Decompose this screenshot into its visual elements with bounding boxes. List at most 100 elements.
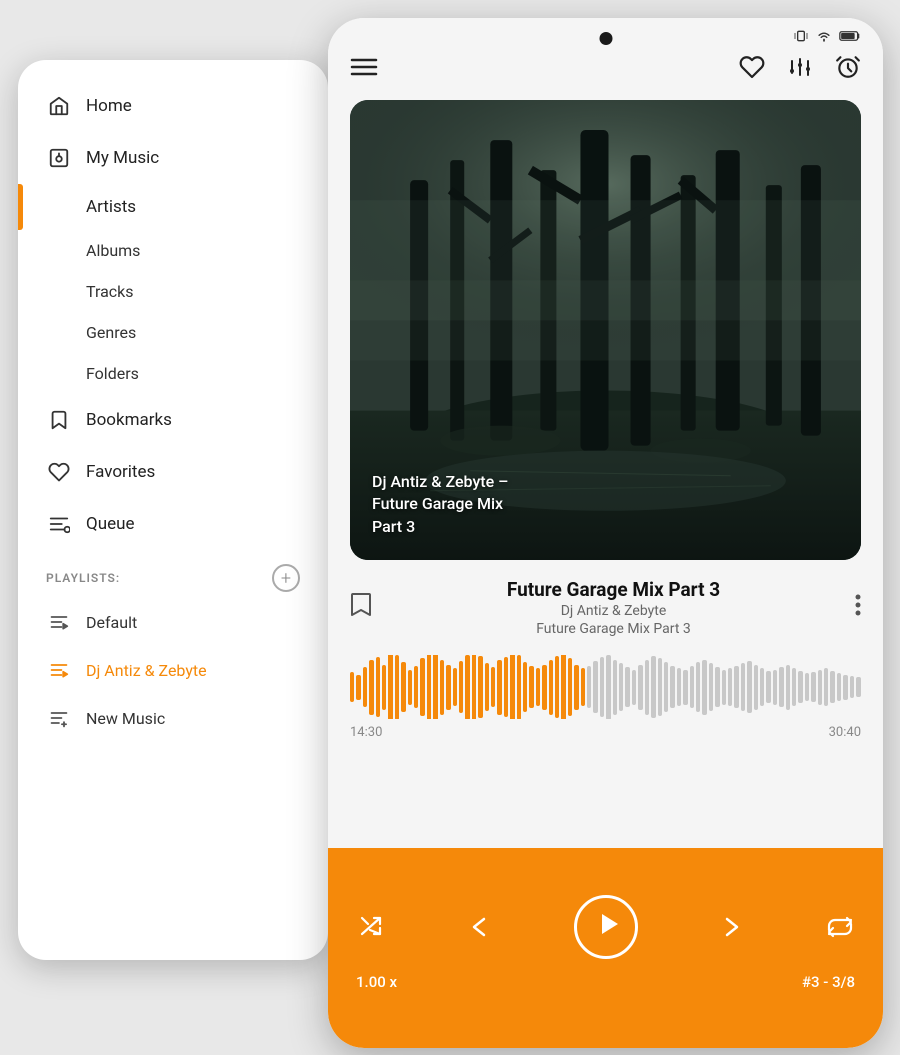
waveform-bar[interactable] <box>709 663 713 711</box>
waveform-bar[interactable] <box>427 655 431 719</box>
nav-item-my-music[interactable]: My Music <box>18 132 328 184</box>
waveform-bar[interactable] <box>497 660 501 715</box>
waveform-bar[interactable] <box>651 656 655 718</box>
waveform-bar[interactable] <box>658 658 662 716</box>
waveform-bar[interactable] <box>734 666 738 708</box>
waveform-bar[interactable] <box>741 663 745 711</box>
waveform-bar[interactable] <box>350 672 354 702</box>
waveform-bar[interactable] <box>632 670 636 705</box>
nav-sub-albums[interactable]: Albums <box>18 230 328 271</box>
waveform-bar[interactable] <box>542 665 546 710</box>
bookmark-track-button[interactable] <box>350 592 372 624</box>
playlist-item-default[interactable]: Default <box>18 598 328 646</box>
waveform-bar[interactable] <box>382 665 386 710</box>
waveform-bar[interactable] <box>619 663 623 711</box>
waveform-bar[interactable] <box>830 671 834 703</box>
waveform-bar[interactable] <box>645 660 649 715</box>
waveform-bar[interactable] <box>837 673 841 701</box>
waveform-bar[interactable] <box>690 666 694 708</box>
waveform-bar[interactable] <box>420 658 424 716</box>
waveform-bar[interactable] <box>843 675 847 700</box>
waveform-bar[interactable] <box>773 670 777 705</box>
waveform-bar[interactable] <box>625 667 629 707</box>
playlist-item-dj-antiz[interactable]: Dj Antiz & Zebyte <box>18 646 328 694</box>
waveform-bar[interactable] <box>504 657 508 717</box>
waveform-bar[interactable] <box>818 670 822 705</box>
waveform-bar[interactable] <box>401 662 405 712</box>
waveform-bar[interactable] <box>593 661 597 713</box>
waveform-bar[interactable] <box>529 666 533 708</box>
nav-item-favorites[interactable]: Favorites <box>18 446 328 498</box>
nav-item-queue[interactable]: Queue <box>18 498 328 550</box>
waveform-bar[interactable] <box>433 655 437 719</box>
waveform-bar[interactable] <box>677 668 681 706</box>
waveform-bar[interactable] <box>638 665 642 710</box>
nav-sub-artists[interactable]: Artists <box>18 184 328 230</box>
waveform-bar[interactable] <box>683 670 687 705</box>
waveform-bar[interactable] <box>728 668 732 706</box>
waveform-bar[interactable] <box>760 668 764 706</box>
waveform-bar[interactable] <box>805 673 809 701</box>
track-more-button[interactable] <box>855 593 861 623</box>
waveform-bar[interactable] <box>376 657 380 717</box>
waveform-bar[interactable] <box>587 666 591 708</box>
waveform-bar[interactable] <box>786 665 790 710</box>
heart-button[interactable] <box>739 55 765 85</box>
waveform-bar[interactable] <box>715 667 719 707</box>
waveform-bar[interactable] <box>766 671 770 703</box>
waveform-bar[interactable] <box>363 667 367 707</box>
waveform-bar[interactable] <box>414 666 418 708</box>
waveform-bar[interactable] <box>850 676 854 698</box>
nav-sub-folders[interactable]: Folders <box>18 353 328 394</box>
nav-item-bookmarks[interactable]: Bookmarks <box>18 394 328 446</box>
waveform-bar[interactable] <box>696 662 700 712</box>
waveform-bar[interactable] <box>459 661 463 713</box>
waveform-bar[interactable] <box>722 670 726 705</box>
next-button[interactable] <box>717 913 745 941</box>
alarm-button[interactable] <box>835 54 861 86</box>
waveform-bar[interactable] <box>472 655 476 719</box>
play-button[interactable] <box>574 895 638 959</box>
playlist-item-new-music[interactable]: New Music <box>18 694 328 742</box>
waveform-bar[interactable] <box>555 656 559 718</box>
waveform-bar[interactable] <box>574 665 578 710</box>
waveform-bar[interactable] <box>440 660 444 715</box>
waveform-bar[interactable] <box>754 665 758 710</box>
waveform-bar[interactable] <box>561 655 565 719</box>
waveform-bar[interactable] <box>779 667 783 707</box>
waveform-bar[interactable] <box>523 662 527 712</box>
waveform-bar[interactable] <box>536 668 540 706</box>
waveform-bar[interactable] <box>798 671 802 703</box>
waveform-bar[interactable] <box>408 670 412 705</box>
waveform-bar[interactable] <box>549 660 553 715</box>
waveform-bar[interactable] <box>395 655 399 719</box>
waveform-bar[interactable] <box>446 665 450 710</box>
add-playlist-button[interactable]: + <box>272 564 300 592</box>
waveform-bar[interactable] <box>664 662 668 712</box>
waveform-bar[interactable] <box>356 675 360 700</box>
waveform-bar[interactable] <box>478 656 482 718</box>
waveform-bar[interactable] <box>792 668 796 706</box>
waveform[interactable] <box>350 655 861 719</box>
waveform-bar[interactable] <box>491 667 495 707</box>
waveform-bar[interactable] <box>568 658 572 716</box>
shuffle-button[interactable] <box>356 914 386 940</box>
waveform-bar[interactable] <box>369 660 373 715</box>
waveform-bar[interactable] <box>824 668 828 706</box>
waveform-bar[interactable] <box>465 655 469 719</box>
waveform-bar[interactable] <box>613 660 617 715</box>
waveform-bar[interactable] <box>485 663 489 711</box>
nav-sub-genres[interactable]: Genres <box>18 312 328 353</box>
waveform-bar[interactable] <box>702 660 706 715</box>
waveform-bar[interactable] <box>856 677 860 697</box>
waveform-bar[interactable] <box>811 672 815 702</box>
waveform-bar[interactable] <box>600 657 604 717</box>
waveform-bar[interactable] <box>510 655 514 719</box>
waveform-bar[interactable] <box>388 655 392 719</box>
waveform-bar[interactable] <box>517 655 521 719</box>
waveform-bar[interactable] <box>670 666 674 708</box>
nav-item-home[interactable]: Home <box>18 80 328 132</box>
equalizer-button[interactable] <box>787 55 813 85</box>
menu-button[interactable] <box>350 56 378 84</box>
nav-sub-tracks[interactable]: Tracks <box>18 271 328 312</box>
